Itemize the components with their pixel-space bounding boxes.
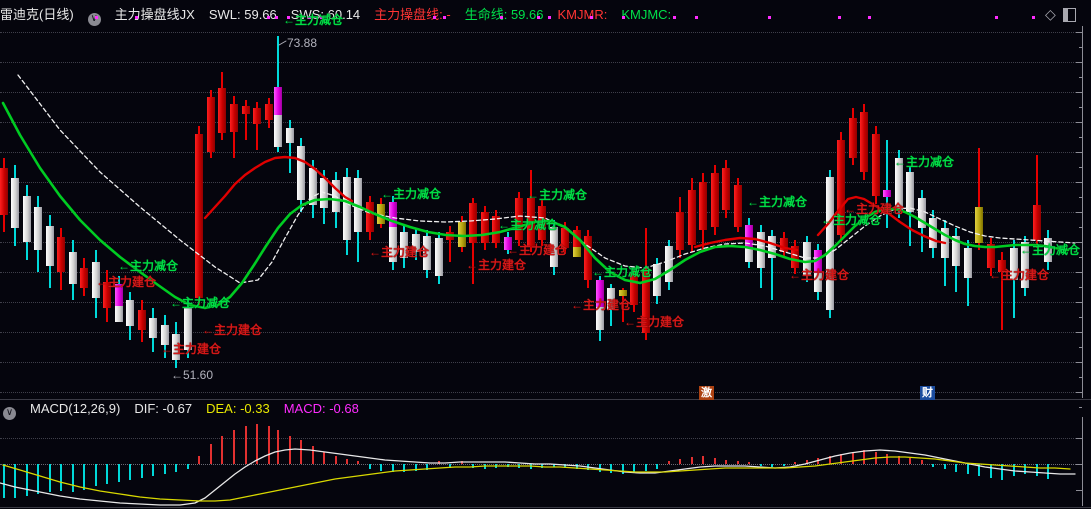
life-line-green: [1, 101, 1070, 310]
signal-annotation: ←主力减仓: [170, 296, 231, 310]
signal-annotation: ←主力建仓: [507, 243, 568, 257]
signal-annotation: ←主力建仓: [466, 258, 527, 272]
info-mine-marker[interactable]: 激: [699, 386, 714, 400]
signal-annotation: ←主力建仓: [369, 245, 430, 259]
signal-annotation: ←主力减仓: [747, 195, 808, 209]
signal-annotation: ←主力减仓: [118, 259, 179, 273]
chart-application-window: 雷迪克(日线)∨主力操盘线JXSWL: 59.66SWS: 60.14主力操盘线…: [0, 0, 1091, 509]
signal-annotation: ←主力减仓: [498, 218, 559, 232]
high-label-pointer: [278, 40, 287, 46]
signal-annotation: ←主力建仓: [844, 202, 905, 216]
signal-annotation: ←主力建仓: [989, 268, 1050, 282]
signal-annotation: ←主力减仓: [527, 188, 588, 202]
signal-annotation: ←主力建仓: [789, 268, 850, 282]
signal-annotation: ←主力建仓: [571, 298, 632, 312]
main-force-line-red: [203, 155, 354, 220]
info-mine-marker[interactable]: 财: [920, 386, 935, 400]
signal-annotation: ←主力减仓: [592, 265, 653, 279]
signal-annotation: ←主力建仓: [161, 342, 222, 356]
signal-annotation: ←主力减仓: [283, 13, 344, 27]
signal-annotation: ←主力建仓: [624, 315, 685, 329]
signal-annotation: ←主力减仓: [1020, 243, 1081, 257]
signal-annotation: ←主力减仓: [894, 155, 955, 169]
signal-annotation: ←主力建仓: [202, 323, 263, 337]
signal-annotation: ←主力减仓: [381, 187, 442, 201]
signal-annotation: ←主力建仓: [96, 275, 157, 289]
